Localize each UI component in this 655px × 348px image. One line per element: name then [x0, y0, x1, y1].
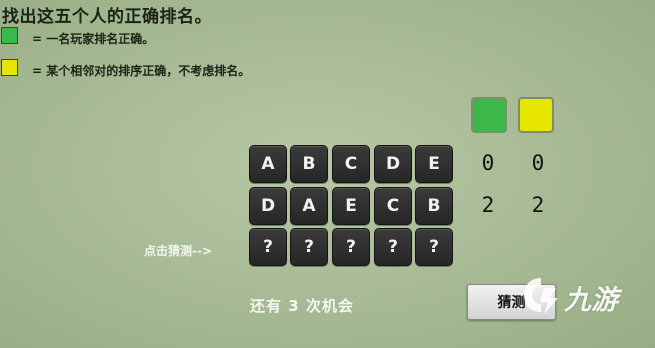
guess-2-green-score: 2 — [481, 193, 495, 217]
watermark-text: 九游 — [564, 284, 618, 316]
input-slot-1[interactable]: ? — [249, 228, 287, 266]
guess-2-tile-5: B — [415, 187, 453, 225]
jiuyou-logo-icon — [520, 274, 562, 320]
legend-yellow-text: = 某个相邻对的排序正确，不考虑排名。 — [32, 64, 251, 78]
input-slot-5[interactable]: ? — [415, 228, 453, 266]
legend-yellow-swatch — [1, 59, 18, 76]
guess-2-yellow-score: 2 — [531, 193, 545, 217]
input-slot-2[interactable]: ? — [290, 228, 328, 266]
feedback-green-swatch — [471, 97, 507, 133]
guess-1-green-score: 0 — [481, 151, 495, 175]
title: 找出这五个人的正确排名。 — [2, 7, 212, 27]
guess-1-tile-1: A — [249, 145, 287, 183]
legend-green-text: = 一名玩家排名正确。 — [32, 32, 155, 46]
input-slot-4[interactable]: ? — [374, 228, 412, 266]
hint-label: 点击猜测--> — [144, 244, 213, 258]
remaining-attempts: 还有 3 次机会 — [250, 297, 354, 315]
guess-1-yellow-score: 0 — [531, 151, 545, 175]
guess-1-tile-4: D — [374, 145, 412, 183]
watermark: 九游 — [520, 268, 655, 326]
guess-2-tile-4: C — [374, 187, 412, 225]
feedback-yellow-swatch — [518, 97, 554, 133]
guess-2-tile-1: D — [249, 187, 287, 225]
guess-1-tile-5: E — [415, 145, 453, 183]
input-slot-3[interactable]: ? — [332, 228, 370, 266]
guess-1-tile-2: B — [290, 145, 328, 183]
guess-2-tile-2: A — [290, 187, 328, 225]
guess-1-tile-3: C — [332, 145, 370, 183]
guess-2-tile-3: E — [332, 187, 370, 225]
legend-green-swatch — [1, 27, 18, 44]
